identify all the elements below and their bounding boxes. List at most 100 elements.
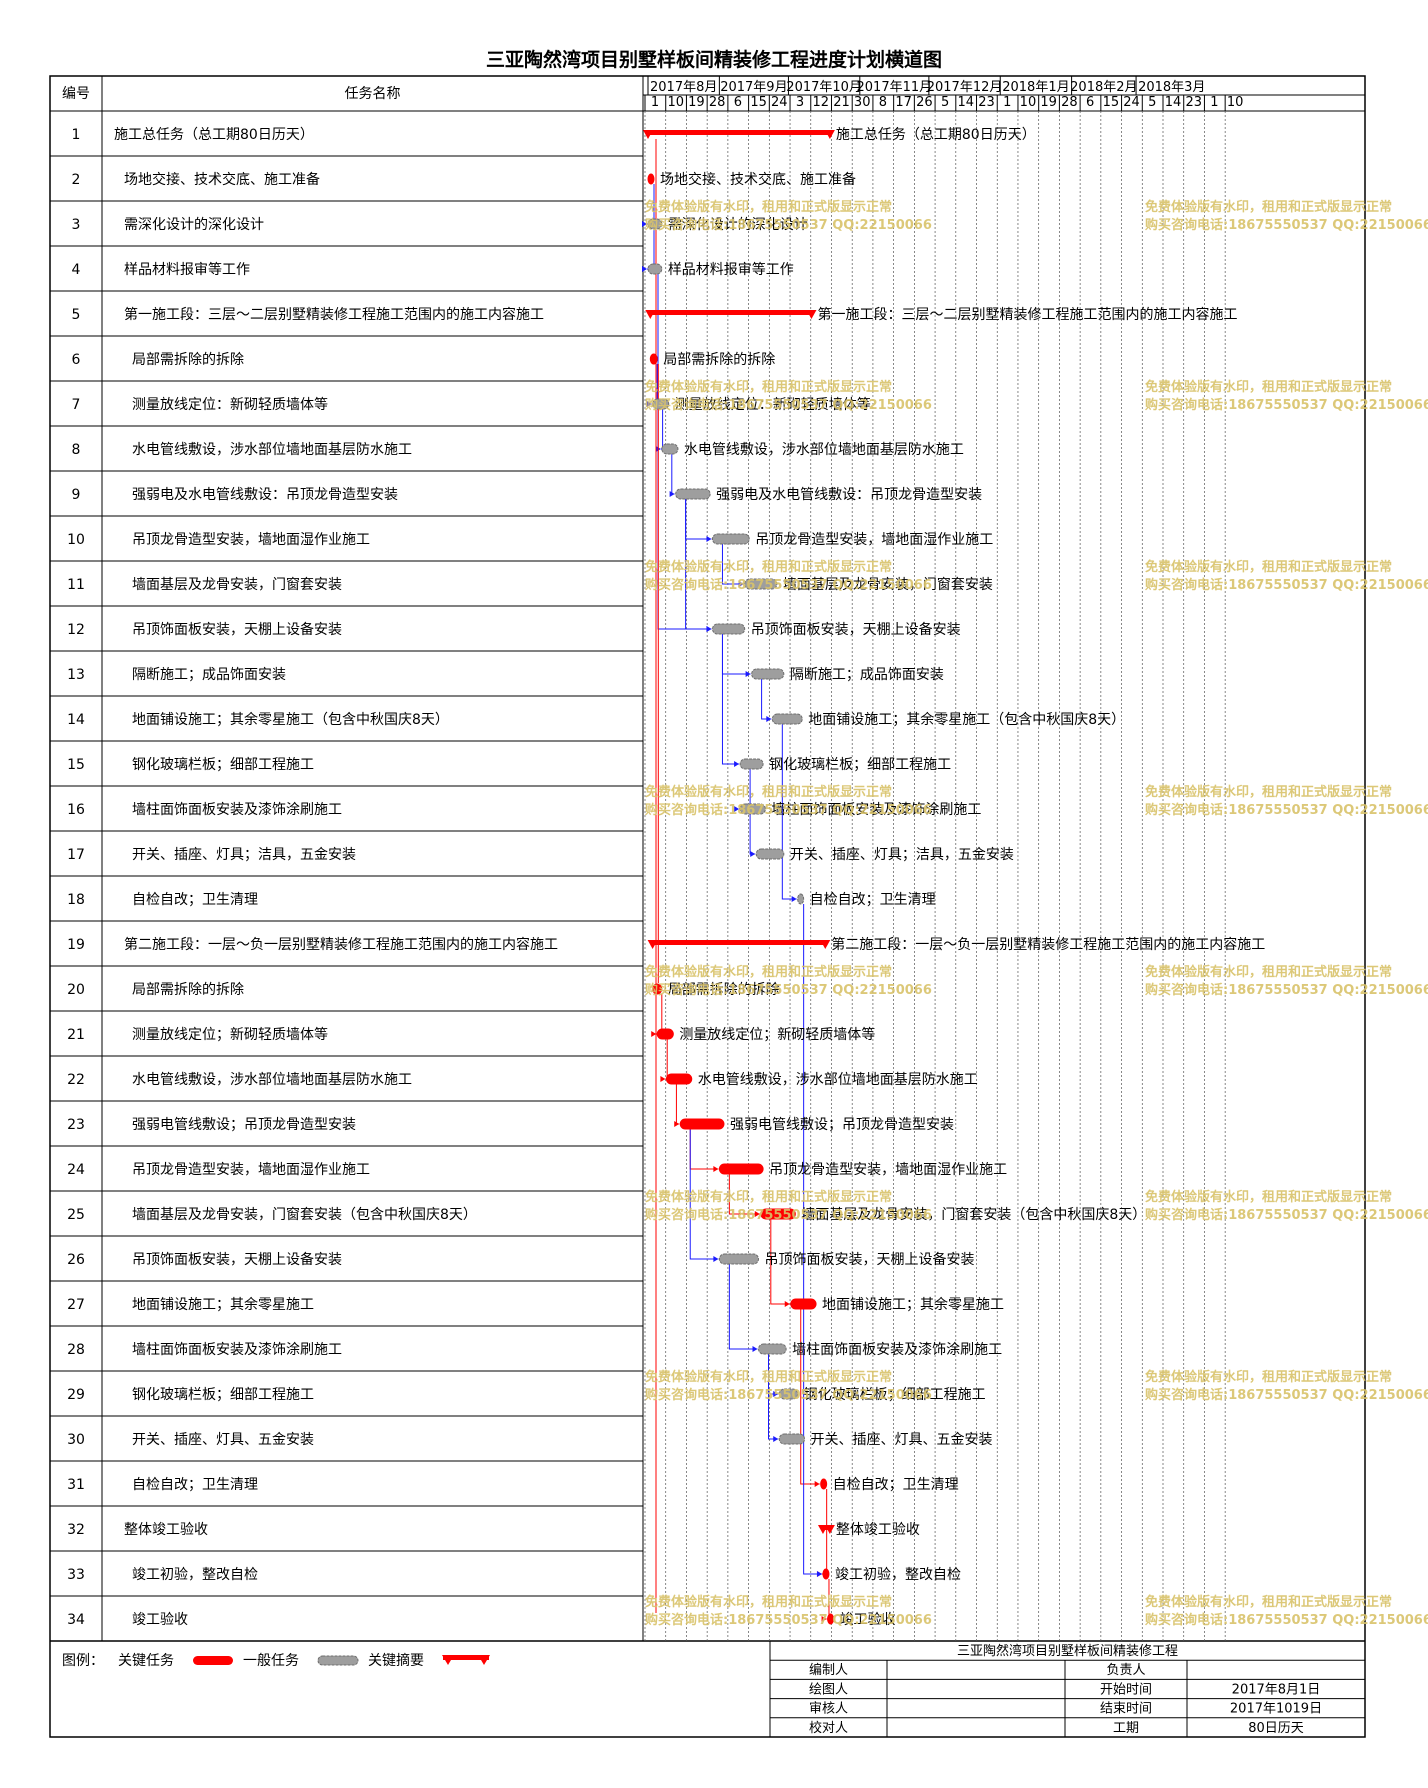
dependency-arrowhead: [816, 1571, 822, 1577]
task-id: 8: [72, 442, 81, 458]
task-bar-28: 墙柱面饰面板安装及漆饰涂刷施工: [758, 1342, 1002, 1358]
task-id: 27: [67, 1297, 85, 1313]
task-name: 隔断施工；成品饰面安装: [132, 667, 286, 683]
watermark: 免费体验版有水印，租用和正式版显示正常购买咨询电话:18675550537 QQ…: [1145, 1189, 1428, 1223]
task-bar-label: 墙柱面饰面板安装及漆饰涂刷施工: [792, 1342, 1002, 1358]
task-bar-6: 局部需拆除的拆除: [649, 352, 775, 368]
dependency-arrowhead: [713, 1166, 719, 1172]
tick-label: 24: [1123, 95, 1140, 110]
watermark-line-2: 购买咨询电话:18675550537 QQ:22150066: [1145, 577, 1428, 593]
info-cell: 工期: [1113, 1721, 1139, 1736]
dependency-arrowhead: [766, 716, 772, 722]
info-cell: 审核人: [809, 1702, 848, 1717]
dependency-arrowhead: [784, 1301, 790, 1307]
general-task-bar: [675, 488, 711, 500]
task-bar-label: 开关、插座、灯具、五金安装: [811, 1432, 993, 1448]
watermark-line-1: 免费体验版有水印，租用和正式版显示正常: [645, 1369, 892, 1385]
task-bar-label: 竣工初验，整改自检: [835, 1566, 961, 1583]
info-cell: 80日历天: [1248, 1721, 1304, 1736]
tick-label: 5: [1148, 95, 1156, 110]
task-bar-label: 强弱电管线敷设；吊顶龙骨造型安装: [730, 1117, 954, 1133]
task-bar-23: 强弱电管线敷设；吊顶龙骨造型安装: [679, 1117, 954, 1133]
task-bar-30: 开关、插座、灯具、五金安装: [778, 1432, 993, 1448]
task-name: 墙面基层及龙骨安装，门窗套安装: [132, 576, 342, 593]
critical-task-bar: [647, 173, 655, 185]
task-id: 20: [67, 982, 85, 998]
watermark: 免费体验版有水印，租用和正式版显示正常购买咨询电话:18675550537 QQ…: [1145, 559, 1428, 593]
month-label: 2018年2月: [1070, 80, 1137, 95]
task-name: 吊顶饰面板安装，天棚上设备安装: [132, 621, 342, 638]
task-id: 11: [67, 577, 85, 593]
task-id: 31: [67, 1477, 85, 1493]
task-bar-27: 地面铺设施工；其余零星施工: [790, 1296, 1004, 1313]
watermark-line-2: 购买咨询电话:18675550537 QQ:22150066: [1145, 982, 1428, 998]
watermark-line-1: 免费体验版有水印，租用和正式版显示正常: [645, 1594, 892, 1610]
task-bar-label: 开关、插座、灯具；洁具，五金安装: [790, 847, 1014, 863]
dependency-link: [721, 634, 740, 765]
id-column-header: 编号: [62, 86, 90, 102]
dependency-arrowhead: [713, 1256, 719, 1262]
task-id: 19: [67, 937, 85, 953]
tick-label: 15: [1103, 95, 1120, 110]
task-bar-label: 施工总任务（总工期80日历天）: [836, 127, 1036, 143]
info-cell: 结束时间: [1100, 1702, 1152, 1717]
task-bar-label: 吊顶龙骨造型安装，墙地面湿作业施工: [755, 532, 993, 548]
month-label: 2017年12月: [927, 80, 1003, 95]
task-name: 竣工验收: [132, 1612, 188, 1628]
task-name: 钢化玻璃栏板；细部工程施工: [132, 1386, 314, 1403]
task-bar-label: 吊顶龙骨造型安装，墙地面湿作业施工: [769, 1162, 1007, 1178]
legend-general-swatch: [317, 1655, 359, 1666]
watermark: 免费体验版有水印，租用和正式版显示正常购买咨询电话:18675550537 QQ…: [645, 379, 932, 413]
tick-label: 23: [1185, 95, 1202, 110]
dependency-arrowhead: [706, 626, 712, 632]
general-task-bar: [797, 893, 805, 905]
task-bar-31: 自检自改；卫生清理: [820, 1477, 959, 1493]
general-task-bar: [718, 1253, 760, 1265]
task-bar-label: 第一施工段：三层～二层别墅精装修工程施工范围内的施工内容施工: [817, 306, 1237, 323]
critical-task-bar: [679, 1118, 725, 1130]
legend-summary-label: 关键摘要: [368, 1652, 424, 1669]
info-cell: 2017年8月1日: [1232, 1682, 1321, 1697]
watermark-line-2: 购买咨询电话:18675550537 QQ:22150066: [645, 1387, 932, 1403]
task-bar-12: 吊顶饰面板安装，天棚上设备安装: [711, 621, 961, 638]
watermark-line-2: 购买咨询电话:18675550537 QQ:22150066: [645, 802, 932, 818]
task-id: 28: [67, 1342, 85, 1358]
task-name: 强弱电管线敷设；吊顶龙骨造型安装: [132, 1117, 356, 1133]
watermark: 免费体验版有水印，租用和正式版显示正常购买咨询电话:18675550537 QQ…: [645, 964, 932, 998]
critical-task-bar: [790, 1298, 817, 1310]
task-name: 钢化玻璃栏板；细部工程施工: [132, 756, 314, 773]
info-cell: 2017年1019日: [1230, 1702, 1322, 1717]
tick-label: 8: [879, 95, 887, 110]
tick-label: 23: [978, 95, 995, 110]
legend-critical-swatch: [193, 1656, 233, 1665]
watermark-line-1: 免费体验版有水印，租用和正式版显示正常: [645, 784, 892, 800]
dependency-link: [803, 904, 822, 1575]
task-id: 23: [67, 1117, 85, 1133]
general-task-bar: [755, 848, 785, 860]
watermark-line-2: 购买咨询电话:18675550537 QQ:22150066: [645, 397, 932, 413]
task-name: 自检自改；卫生清理: [132, 892, 258, 908]
tick-label: 19: [1040, 95, 1057, 110]
name-column-header: 任务名称: [345, 86, 401, 102]
general-task-bar: [647, 263, 663, 275]
tick-label: 10: [667, 95, 684, 110]
watermark-line-2: 购买咨询电话:18675550537 QQ:22150066: [1145, 1612, 1428, 1628]
task-name: 开关、插座、灯具；洁具，五金安装: [132, 847, 356, 863]
watermark-line-1: 免费体验版有水印，租用和正式版显示正常: [645, 379, 892, 395]
watermark: 免费体验版有水印，租用和正式版显示正常购买咨询电话:18675550537 QQ…: [645, 1594, 932, 1628]
watermark-line-2: 购买咨询电话:18675550537 QQ:22150066: [645, 577, 932, 593]
tick-label: 6: [1086, 95, 1094, 110]
info-cell: 开始时间: [1100, 1682, 1152, 1697]
watermark-line-2: 购买咨询电话:18675550537 QQ:22150066: [1145, 1207, 1428, 1223]
task-bar-18: 自检自改；卫生清理: [797, 892, 936, 908]
watermark: 免费体验版有水印，租用和正式版显示正常购买咨询电话:18675550537 QQ…: [1145, 1594, 1428, 1628]
task-bar-label: 强弱电及水电管线敷设：吊顶龙骨造型安装: [716, 487, 982, 503]
tick-label: 14: [958, 95, 975, 110]
tick-label: 26: [916, 95, 933, 110]
task-id: 1: [72, 127, 81, 143]
tick-label: 28: [1061, 95, 1078, 110]
task-id: 12: [67, 622, 85, 638]
tick-label: 14: [1165, 95, 1182, 110]
month-label: 2017年9月: [720, 80, 787, 95]
task-bar-22: 水电管线敷设，涉水部位墙地面基层防水施工: [665, 1071, 978, 1088]
